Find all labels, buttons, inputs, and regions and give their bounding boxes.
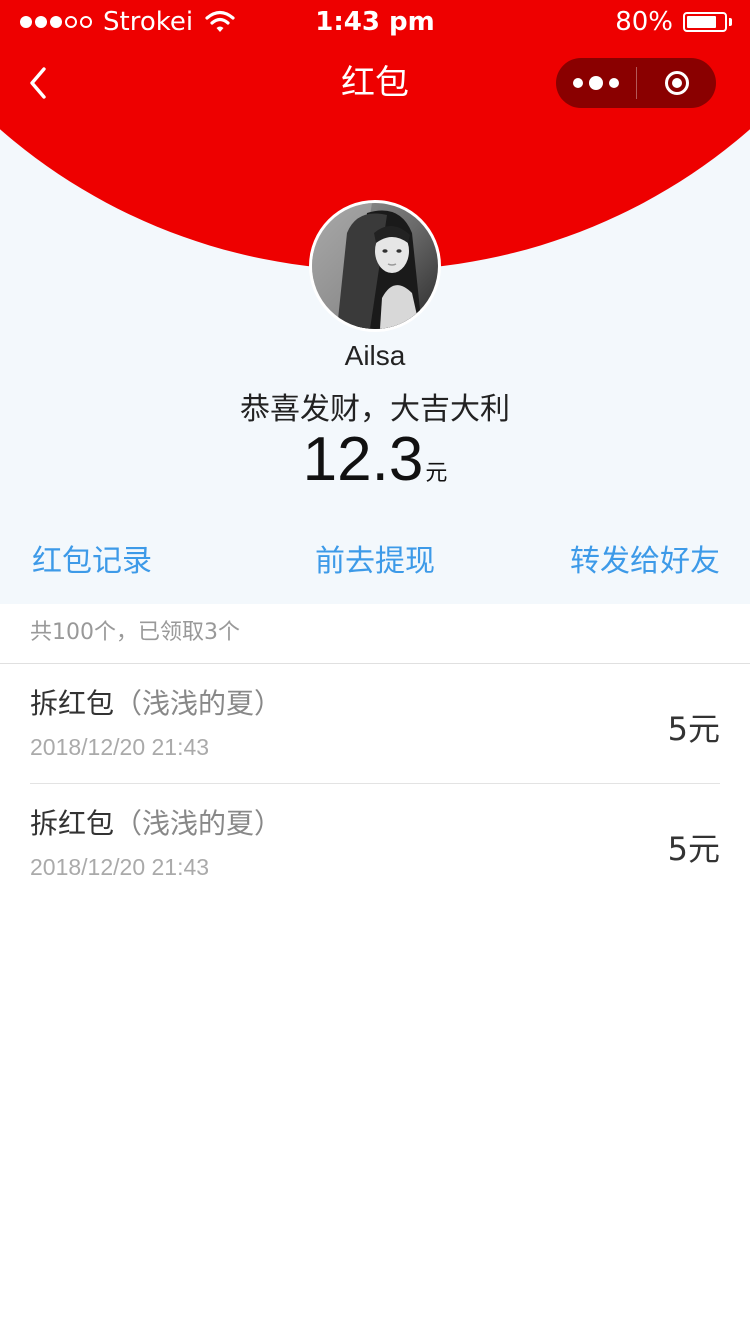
battery-tip xyxy=(729,18,732,26)
record-sender: （浅浅的夏） xyxy=(114,807,283,840)
amount-unit: 元 xyxy=(425,461,448,486)
list-item: 拆红包（浅浅的夏） 2018/12/20 21:43 5元 xyxy=(30,664,720,784)
battery-icon xyxy=(683,12,727,32)
record-sender: （浅浅的夏） xyxy=(114,687,283,720)
record-title: 拆红包（浅浅的夏） xyxy=(30,802,282,842)
avatar-photo xyxy=(312,203,438,329)
record-amount: 5元 xyxy=(667,830,720,868)
more-dots-icon-center xyxy=(589,76,603,90)
red-packet-screen: Strokei 1:43 pm 80% 红包 Ailsa 恭喜发财，大吉大利 1… xyxy=(0,0,750,1334)
target-close-icon-center xyxy=(671,78,682,88)
user-name: Ailsa xyxy=(344,340,406,371)
more-button[interactable] xyxy=(556,58,636,108)
record-title: 拆红包（浅浅的夏） xyxy=(30,682,282,722)
record-action: 拆红包 xyxy=(30,807,115,840)
record-time: 2018/12/20 21:43 xyxy=(30,854,210,880)
record-time: 2018/12/20 21:43 xyxy=(30,734,210,760)
claim-summary: 共100个，已领取3个 xyxy=(0,604,750,664)
avatar xyxy=(309,200,441,332)
status-bar: Strokei 1:43 pm 80% xyxy=(0,0,750,44)
greeting-text: 恭喜发财，大吉大利 xyxy=(240,392,510,427)
mini-program-capsule xyxy=(556,58,716,108)
list-item: 拆红包（浅浅的夏） 2018/12/20 21:43 5元 xyxy=(30,784,720,904)
close-mini-program-button[interactable] xyxy=(637,58,716,108)
record-action: 拆红包 xyxy=(30,687,115,720)
record-amount: 5元 xyxy=(667,710,720,748)
claim-records-list: 拆红包（浅浅的夏） 2018/12/20 21:43 5元 拆红包（浅浅的夏） … xyxy=(0,664,750,904)
battery-percent: 80% xyxy=(615,7,673,37)
battery-fill xyxy=(687,16,716,28)
target-close-icon xyxy=(664,71,689,95)
forward-to-friend-link[interactable]: 转发给好友 xyxy=(570,536,720,580)
more-dots-icon xyxy=(573,78,583,88)
amount-value: 12.3 xyxy=(302,425,424,494)
status-right: 80% xyxy=(615,7,732,37)
more-dots-icon-end xyxy=(609,78,619,88)
amount-display: 12.3元 xyxy=(0,424,750,495)
